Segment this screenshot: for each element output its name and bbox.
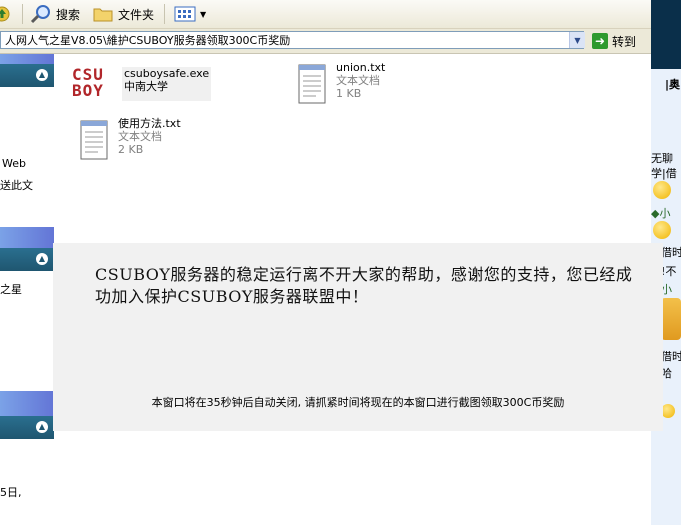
toolbar-separator (22, 4, 23, 24)
chat-window-titlebar (651, 0, 681, 69)
csuboy-logo-icon: CSU BOY (72, 65, 116, 101)
task-pane-header[interactable]: ▲ (0, 64, 54, 87)
task-pane-text[interactable]: 送此文 (0, 177, 33, 193)
collapse-icon: ▲ (36, 253, 48, 265)
chat-text: |奥 (665, 78, 681, 91)
file-item-instructions[interactable]: 使用方法.txt 文本文档 2 KB (78, 117, 181, 161)
notepad-icon (80, 120, 108, 160)
smiley-icon (661, 404, 675, 418)
task-pane-text[interactable]: Web (2, 157, 26, 170)
file-item-union[interactable]: union.txt 文本文档 1 KB (296, 61, 385, 105)
file-type: 文本文档 (118, 130, 162, 143)
smiley-icon (653, 181, 671, 199)
views-button[interactable]: ▼ (174, 3, 206, 25)
views-dropdown-icon: ▼ (200, 9, 207, 19)
up-folder-button[interactable] (0, 3, 10, 25)
chat-text: 借时 (661, 246, 681, 259)
file-name: csuboysafe.exe (124, 67, 210, 80)
address-dropdown-button[interactable]: ▼ (569, 32, 585, 48)
file-size: 1 KB (336, 87, 362, 100)
file-description: 中南大学 (124, 80, 168, 93)
search-icon (30, 5, 50, 24)
search-button[interactable]: 搜索 (30, 3, 80, 25)
file-size: 2 KB (118, 143, 144, 156)
file-item-csuboysafe[interactable]: CSU BOY csuboysafe.exe 中南大学 (72, 65, 212, 101)
file-type: 文本文档 (336, 74, 380, 87)
chevron-down-icon: ▼ (574, 35, 581, 45)
file-name: union.txt (336, 61, 386, 74)
smiley-icon (653, 221, 671, 239)
chat-text: 借时 (661, 350, 681, 363)
address-input[interactable]: 人网人气之星V8.05\維护CSUBOY服务器领取300C币奖励 (0, 31, 584, 49)
task-pane-text: 5日, (0, 486, 22, 499)
file-name: 使用方法.txt (118, 117, 181, 130)
toolbar-separator (164, 4, 165, 24)
avatar-image (661, 298, 681, 340)
popup-message: CSUBOY服务器的稳定运行离不开大家的帮助，感谢您的支持，您已经成功加入保护C… (95, 265, 633, 306)
go-arrow-icon: ➜ (592, 33, 608, 49)
collapse-icon: ▲ (36, 69, 48, 81)
task-pane-text: 之星 (0, 283, 22, 296)
task-pane-header[interactable]: ▲ (0, 248, 54, 271)
chat-text: ◆小 (651, 207, 671, 220)
go-label: 转到 (612, 34, 637, 49)
views-grid-icon (174, 6, 196, 22)
notepad-icon (298, 64, 326, 104)
task-pane-header[interactable]: ▲ (0, 416, 54, 439)
folder-icon (93, 8, 113, 22)
task-pane-section: 之星 (0, 271, 54, 391)
collapse-icon: ▲ (36, 421, 48, 433)
go-button[interactable]: ➜ 转到 (592, 31, 636, 51)
folders-button[interactable]: 文件夹 (92, 3, 154, 25)
task-pane-section: 5日, (0, 439, 54, 525)
task-pane-section: Web 送此文 (0, 87, 54, 227)
up-arrow-icon (0, 6, 10, 22)
chat-text: 学|借 (651, 167, 677, 180)
chat-text: !不 (661, 265, 677, 278)
folders-label: 文件夹 (118, 7, 155, 22)
address-bar: 人网人气之星V8.05\維护CSUBOY服务器领取300C币奖励 ▼ ➜ 转到 (0, 29, 651, 54)
popup-countdown-note: 本窗口将在35秒钟后自动关闭, 请抓紧时间将现在的本窗口进行截图领取300C币奖… (151, 396, 565, 409)
task-pane: ▲ Web 送此文 ▲ 之星 ▲ 5日, (0, 54, 54, 525)
search-label: 搜索 (56, 7, 81, 22)
chat-text: 无聊 (651, 152, 673, 165)
explorer-toolbar: 搜索 文件夹 ▼ (0, 0, 651, 29)
logo-text: BOY (72, 81, 104, 100)
reward-popup: CSUBOY服务器的稳定运行离不开大家的帮助，感谢您的支持，您已经成功加入保护C… (53, 243, 663, 431)
